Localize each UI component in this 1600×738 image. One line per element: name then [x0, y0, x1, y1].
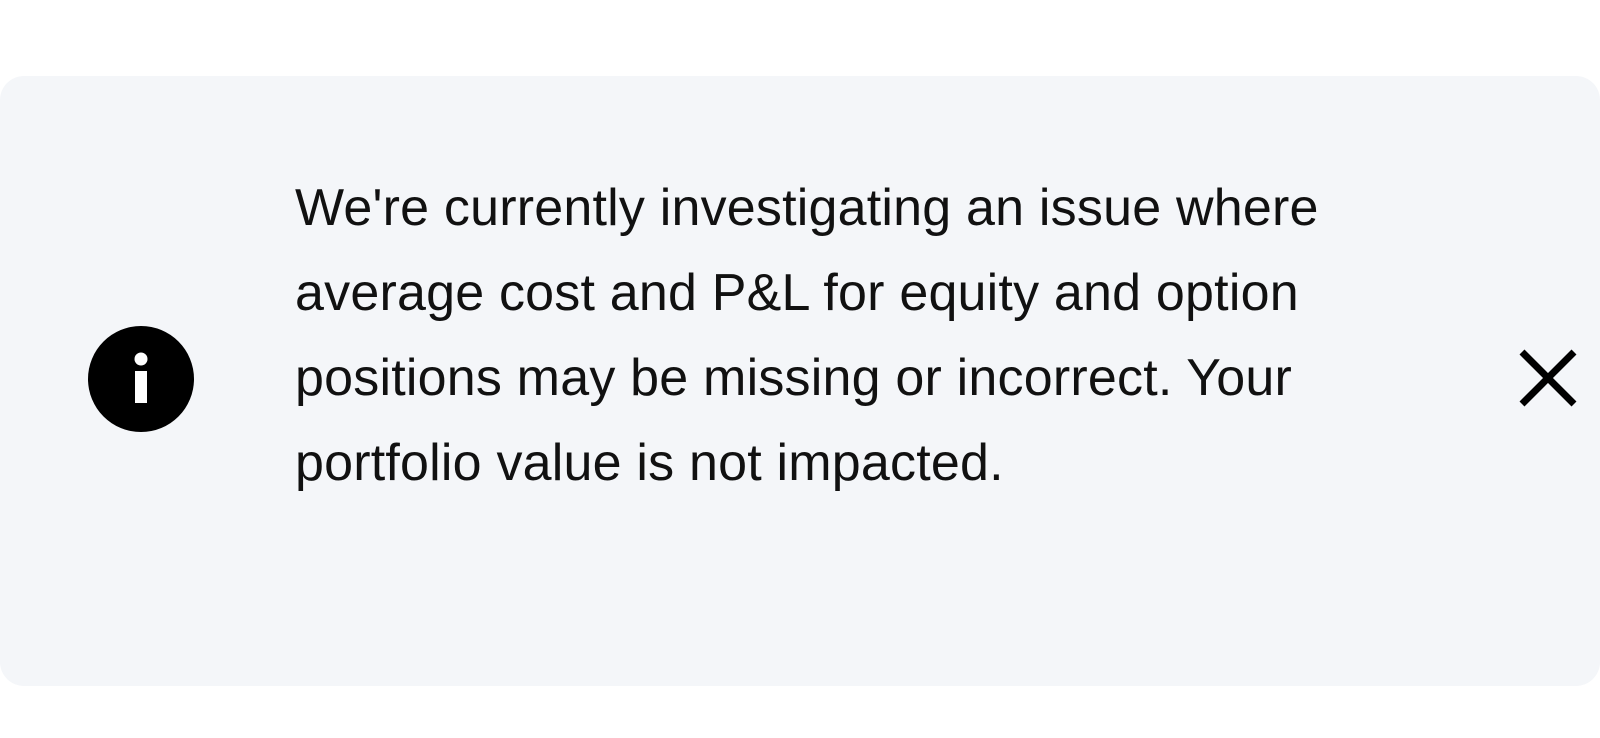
- banner-message: We're currently investigating an issue w…: [295, 179, 1319, 492]
- close-button[interactable]: [1508, 338, 1588, 418]
- info-icon: [88, 326, 194, 432]
- close-icon: [1519, 349, 1577, 407]
- info-banner: We're currently investigating an issue w…: [0, 76, 1600, 686]
